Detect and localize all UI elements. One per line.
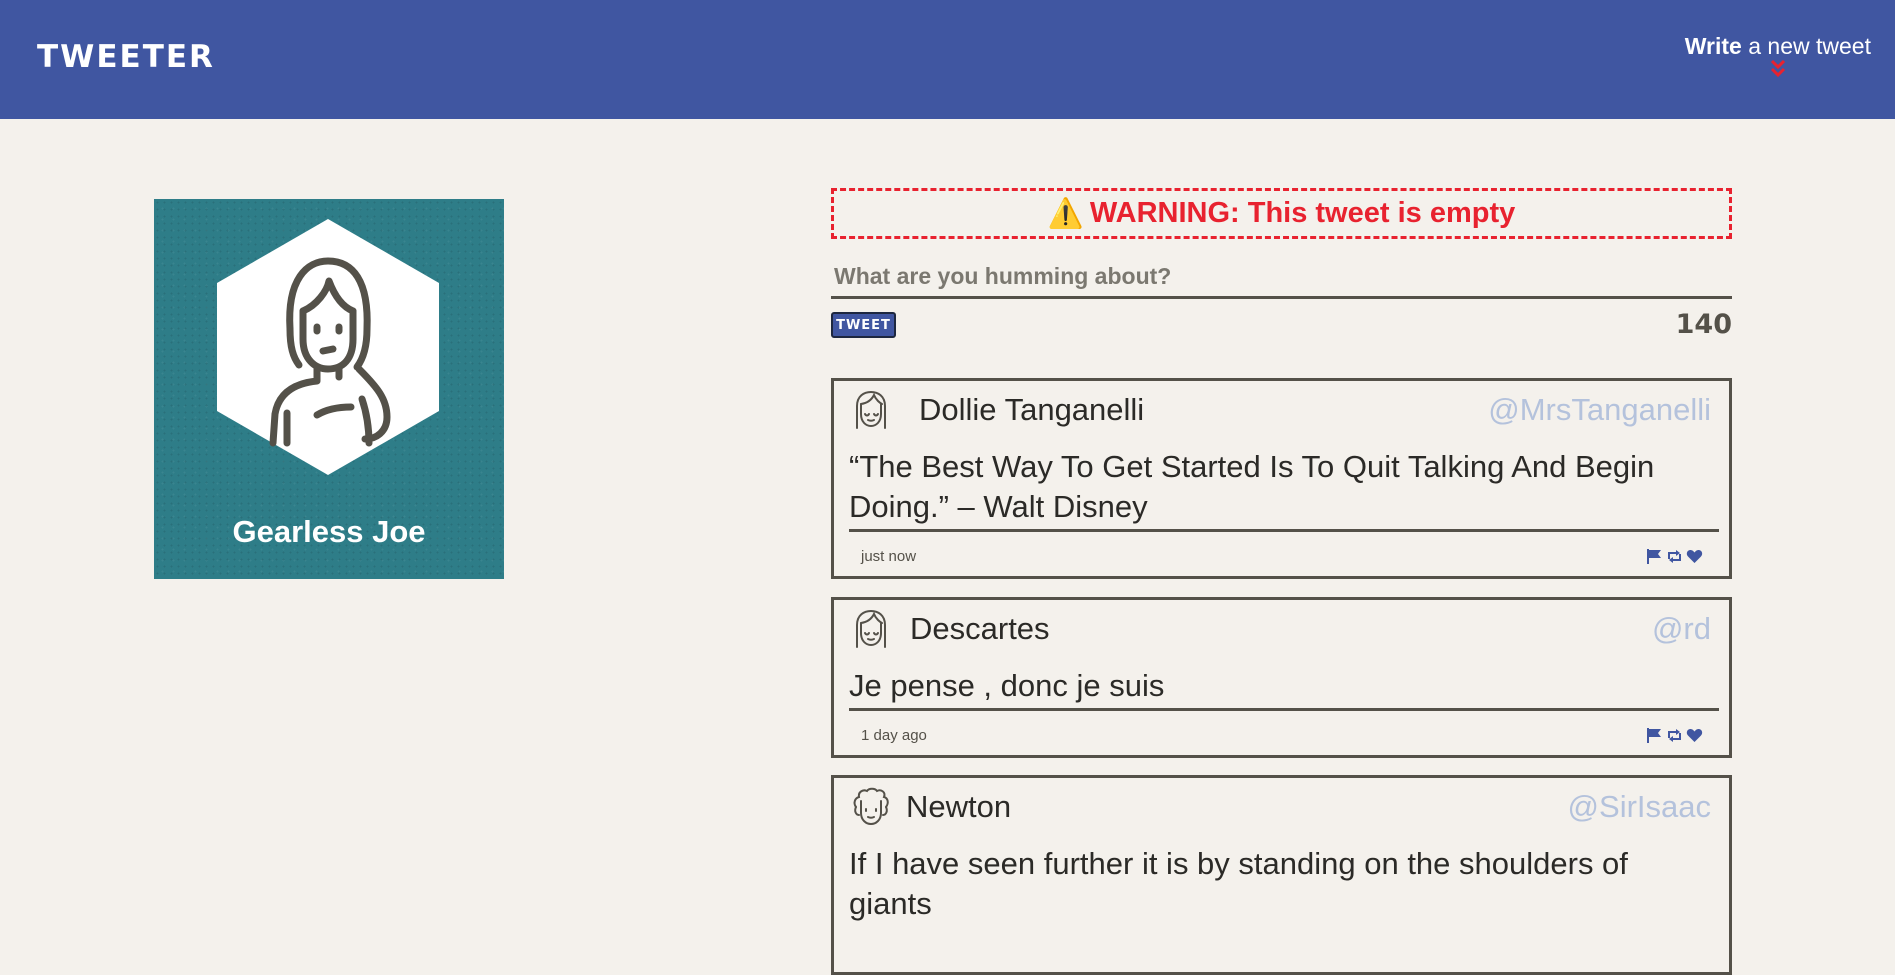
retweet-icon[interactable]: [1666, 727, 1683, 744]
profile-avatar: [217, 219, 439, 475]
tweet-text: Je pense , donc je suis: [849, 666, 1719, 711]
tweet-author-name: Newton: [906, 789, 1012, 824]
flag-icon[interactable]: [1646, 727, 1663, 744]
tweet-text: “The Best Way To Get Started Is To Quit …: [849, 447, 1719, 532]
brand-logo[interactable]: TWEETER: [37, 39, 215, 75]
compose-label-rest: a new tweet: [1741, 33, 1871, 59]
tweet-author-handle[interactable]: @MrsTanganelli: [1488, 392, 1711, 428]
heart-icon[interactable]: [1686, 727, 1703, 744]
tweet-footer: just now: [834, 532, 1729, 576]
tweet-actions: [1646, 727, 1703, 744]
tweet-text: If I have seen further it is by standing…: [849, 846, 1628, 921]
character-counter: 140: [1675, 309, 1732, 340]
tweet-author-handle[interactable]: @SirIsaac: [1568, 789, 1711, 825]
tweet-author-handle[interactable]: @rd: [1652, 611, 1711, 647]
compose-label-strong: Write: [1684, 33, 1742, 59]
main-column: ⚠️ WARNING: This tweet is empty TWEET 14…: [831, 188, 1732, 975]
tweet-header: Descartes @rd: [834, 600, 1729, 660]
tweet-author-name: Descartes: [910, 611, 1050, 646]
tweet-actions: [1646, 548, 1703, 565]
tweet-header: Dollie Tanganelli @MrsTanganelli: [834, 381, 1729, 441]
compose-controls: TWEET 140: [831, 309, 1732, 356]
retweet-icon[interactable]: [1666, 548, 1683, 565]
tweet-header: Newton @SirIsaac: [834, 778, 1729, 838]
warning-text: WARNING: This tweet is empty: [1089, 197, 1516, 229]
profile-card: Gearless Joe: [154, 199, 504, 579]
profile-name: Gearless Joe: [232, 514, 426, 549]
flag-icon[interactable]: [1646, 548, 1663, 565]
tweet-card: Newton @SirIsaac If I have seen further …: [831, 775, 1732, 975]
tweet-card: Descartes @rd Je pense , donc je suis 1 …: [831, 597, 1732, 758]
warning-icon: ⚠️: [1047, 197, 1084, 230]
curly-hair-face-icon: [852, 787, 890, 827]
double-chevron-down-icon: [1685, 58, 1871, 80]
tweet-timestamp: just now: [861, 548, 917, 565]
woman-face-icon: [852, 390, 890, 430]
woman-face-icon: [852, 609, 890, 649]
tweet-card: Dollie Tanganelli @MrsTanganelli “The Be…: [831, 378, 1732, 579]
woman-avatar-icon: [217, 219, 439, 475]
top-nav: TWEETER Write a new tweet: [0, 0, 1895, 119]
tweet-timestamp: 1 day ago: [861, 727, 927, 744]
tweet-footer: 1 day ago: [834, 711, 1729, 755]
write-new-tweet-button[interactable]: Write a new tweet: [1685, 33, 1871, 80]
tweet-author-name: Dollie Tanganelli: [919, 392, 1145, 427]
tweet-submit-button[interactable]: TWEET: [831, 312, 896, 338]
empty-tweet-warning: ⚠️ WARNING: This tweet is empty: [831, 188, 1732, 239]
tweet-compose-input[interactable]: [831, 257, 1732, 299]
heart-icon[interactable]: [1686, 548, 1703, 565]
